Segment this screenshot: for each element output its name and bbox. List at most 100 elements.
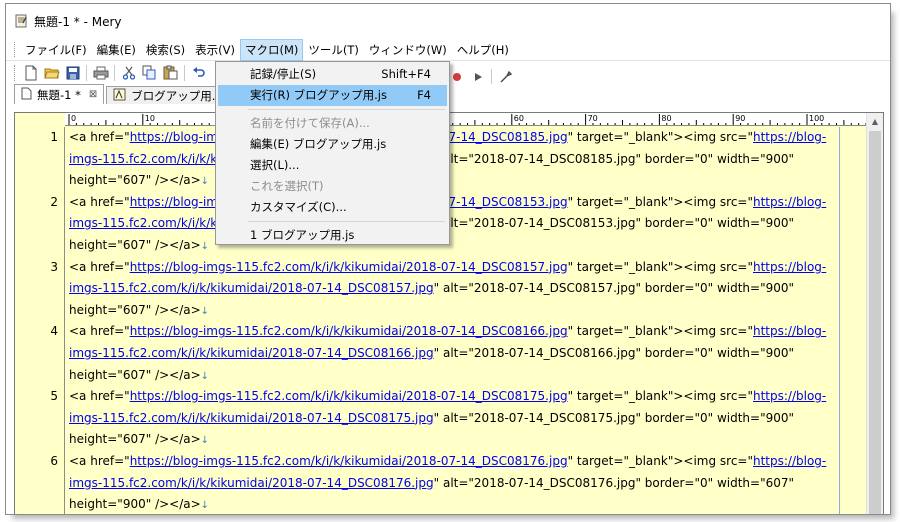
ruler-label: 60 — [514, 114, 524, 123]
code-text: height="607" /></a> — [69, 238, 201, 252]
tab-blog-js[interactable]: ブログアップ用.js — [106, 86, 232, 104]
menu-view[interactable]: 表示(V) — [190, 39, 240, 61]
url-link[interactable]: imgs-115.fc2.com/k/i/k/kikumidai/2018-07… — [69, 281, 434, 295]
menu-item-select[interactable]: 選択(L)... — [218, 155, 447, 176]
ruler-label: 0 — [71, 114, 76, 123]
menu-separator — [248, 109, 445, 110]
toolbar-separator — [184, 64, 185, 81]
url-link[interactable]: imgs-115.fc2.com/k/i/k/kikumidai/2018-07… — [69, 411, 434, 425]
print-icon[interactable] — [90, 63, 111, 83]
text-row[interactable]: imgs-115.fc2.com/k/i/k/kikumidai/2018-07… — [69, 343, 794, 365]
menu-file[interactable]: ファイル(F) — [20, 39, 92, 61]
url-link[interactable]: https://blog- — [753, 324, 826, 338]
code-text: " alt="2018-07-14_DSC08175.jpg" border="… — [433, 410, 795, 425]
url-link[interactable]: https://blog- — [753, 260, 826, 274]
title-bar: 無題-1 * - Mery — [6, 4, 890, 38]
code-text: " target="_blank"><img src=" — [567, 194, 753, 209]
code-text: " alt="2018-07-14_DSC08157.jpg" border="… — [433, 281, 795, 296]
text-row[interactable]: imgs-115.fc2.com/k/i/k/kikumidai/2018-07… — [69, 408, 794, 430]
run-label: 実行(R) ブログアップ用.js — [250, 88, 387, 102]
line-number: 4 — [50, 324, 58, 339]
text-row[interactable]: <a href="https://blog-imgs-115.fc2.com/k… — [69, 321, 826, 343]
line-number: 5 — [50, 389, 58, 404]
copy-icon[interactable] — [139, 63, 160, 83]
code-text: height="607" /></a> — [69, 367, 201, 382]
script-file-icon — [113, 88, 126, 104]
text-row[interactable]: <a href="https://blog-imgs-115.fc2.com/k… — [69, 386, 826, 408]
menu-bar: ファイル(F) 編集(E) 検索(S) 表示(V) マクロ(M) ツール(T) … — [6, 38, 890, 61]
text-row[interactable]: height="607" /></a>↓ — [69, 235, 209, 257]
cut-icon[interactable] — [118, 63, 139, 83]
code-text: <a href=" — [69, 259, 130, 274]
tab-untitled[interactable]: 無題-1 * ⊠ — [14, 84, 105, 104]
menu-help[interactable]: ヘルプ(H) — [452, 39, 514, 61]
url-link[interactable]: https://blog- — [753, 195, 826, 209]
text-row[interactable]: imgs-115.fc2.com/k/i/k/kikumidai/2018-07… — [69, 473, 794, 495]
text-row[interactable]: imgs-115.fc2.com/k/i/k/kikumidai/2018-07… — [69, 278, 794, 300]
paste-icon[interactable] — [160, 63, 181, 83]
scroll-thumb[interactable] — [869, 131, 881, 514]
ruler-label: 80 — [661, 114, 671, 123]
save-icon[interactable] — [62, 63, 83, 83]
line-number: 2 — [50, 194, 58, 209]
url-link[interactable]: imgs-115.fc2.com/k/i/k/kikumidai/2018-07… — [69, 476, 434, 490]
newline-marker-icon: ↓ — [200, 241, 210, 252]
toolbar-grip — [14, 64, 17, 81]
newline-marker-icon: ↓ — [200, 176, 210, 188]
text-area[interactable]: <a href="https://blog-imgs-115.fc2.com/k… — [69, 127, 834, 514]
text-row[interactable]: <a href="https://blog-imgs-115.fc2.com/k… — [69, 257, 826, 279]
newline-marker-icon: ↓ — [200, 500, 210, 512]
text-row[interactable]: height="607" /></a>↓ — [69, 170, 209, 192]
vertical-scrollbar[interactable]: ▲ — [866, 113, 883, 514]
menu-item-customize[interactable]: カスタマイズ(C)... — [218, 197, 447, 218]
edit-label: 編集(E) ブログアップ用.js — [250, 137, 387, 151]
menubar-grip — [14, 42, 17, 57]
url-link[interactable]: https://blog-imgs-115.fc2.com/k/i/k/kiku… — [130, 389, 568, 403]
menu-item-recent-1[interactable]: 1 ブログアップ用.js — [218, 225, 447, 246]
mery-app-icon — [14, 14, 28, 28]
toolbar-separator — [86, 64, 87, 81]
menu-edit[interactable]: 編集(E) — [92, 39, 141, 61]
menu-window[interactable]: ウィンドウ(W) — [364, 39, 452, 61]
tab-label: 無題-1 * — [37, 87, 81, 102]
code-text: " alt="2018-07-14_DSC08166.jpg" border="… — [433, 346, 795, 360]
customize-label: カスタマイズ(C)... — [250, 200, 347, 214]
menu-macro[interactable]: マクロ(M) — [239, 38, 304, 61]
url-link[interactable]: https://blog- — [753, 130, 826, 144]
text-row[interactable]: height="607" /></a>↓ — [69, 429, 209, 451]
select-label: 選択(L)... — [250, 158, 300, 172]
url-link[interactable]: https://blog-imgs-115.fc2.com/k/i/k/kiku… — [130, 454, 568, 468]
code-text: " target="_blank"><img src=" — [567, 324, 753, 339]
ruler-label: 100 — [809, 114, 824, 123]
text-row[interactable]: height="607" /></a>↓ — [69, 365, 209, 387]
url-link[interactable]: https://blog- — [753, 389, 826, 403]
record-shortcut: Shift+F4 — [381, 67, 431, 81]
menu-item-run[interactable]: 実行(R) ブログアップ用.js F4 — [218, 85, 447, 106]
text-row[interactable]: <a href="https://blog-imgs-115.fc2.com/k… — [69, 451, 826, 473]
undo-icon[interactable] — [188, 63, 209, 83]
scroll-up-icon[interactable]: ▲ — [867, 113, 883, 130]
close-tab-icon[interactable]: ⊠ — [89, 89, 97, 100]
line-number-gutter: 1 2 3 4 5 6 — [15, 127, 65, 514]
code-text: height="607" /></a> — [69, 432, 201, 447]
ruler-label: 90 — [735, 114, 745, 123]
ruler-ticks: 0102030405060708090100 — [68, 114, 867, 125]
code-text: <a href=" — [69, 454, 130, 468]
text-row[interactable]: height="607" /></a>↓ — [69, 300, 209, 322]
url-link[interactable]: https://blog- — [753, 454, 826, 468]
menu-item-edit[interactable]: 編集(E) ブログアップ用.js — [218, 134, 447, 155]
newline-marker-icon: ↓ — [200, 305, 210, 317]
url-link[interactable]: imgs-115.fc2.com/k/i/k/kikumidai/2018-07… — [69, 346, 434, 360]
code-text: <a href=" — [69, 324, 130, 339]
menu-item-record[interactable]: 記録/停止(S) Shift+F4 — [218, 64, 447, 85]
menu-tools[interactable]: ツール(T) — [303, 39, 364, 61]
menu-search[interactable]: 検索(S) — [141, 39, 190, 61]
menu-separator — [248, 221, 445, 222]
url-link[interactable]: https://blog-imgs-115.fc2.com/k/i/k/kiku… — [130, 260, 568, 274]
url-link[interactable]: https://blog-imgs-115.fc2.com/k/i/k/kiku… — [130, 324, 568, 338]
code-text: height="607" /></a> — [69, 302, 201, 317]
new-file-icon[interactable] — [20, 63, 41, 83]
text-row[interactable]: height="900" /></a>↓ — [69, 494, 210, 514]
open-folder-icon[interactable] — [41, 63, 62, 83]
newline-marker-icon: ↓ — [200, 370, 210, 382]
